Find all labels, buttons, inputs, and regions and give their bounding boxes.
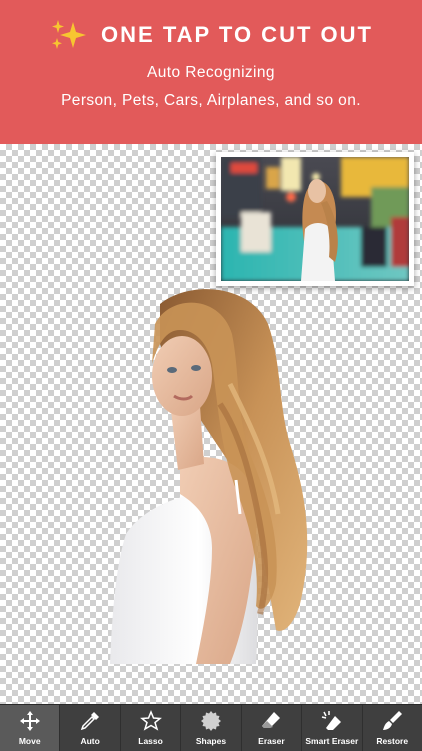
tool-eraser[interactable]: Eraser (242, 705, 303, 751)
restore-brush-icon (383, 711, 403, 730)
smart-eraser-icon (321, 711, 341, 730)
tool-lasso-label: Lasso (138, 736, 163, 746)
tool-shapes-label: Shapes (195, 736, 227, 746)
headline: ONE TAP TO CUT OUT (101, 22, 373, 47)
tool-smart-eraser-label: Smart Eraser (305, 736, 359, 746)
tool-restore-label: Restore (376, 736, 409, 746)
tool-move-label: Move (18, 736, 41, 746)
subtitle-line-1: Auto Recognizing (147, 64, 275, 81)
tool-move[interactable]: Move (0, 705, 61, 751)
street-scene-image (221, 157, 409, 281)
tool-smart-eraser[interactable]: Smart Eraser (302, 705, 363, 751)
tool-shapes[interactable]: Shapes (181, 705, 242, 751)
lasso-icon (139, 710, 162, 731)
tool-lasso[interactable]: Lasso (121, 705, 182, 751)
headline-row: ONE TAP TO CUT OUT (0, 18, 422, 52)
tool-auto[interactable]: Auto (60, 705, 121, 751)
tool-restore[interactable]: Restore (363, 705, 422, 751)
original-photo (221, 157, 409, 281)
cutout-subject-image[interactable] (100, 284, 330, 664)
promo-banner: ONE TAP TO CUT OUT Auto Recognizing Pers… (0, 0, 422, 144)
shapes-icon (200, 711, 221, 731)
tool-eraser-label: Eraser (258, 736, 285, 746)
move-icon (19, 711, 40, 731)
original-photo-thumbnail[interactable] (216, 152, 414, 286)
sparkles-icon (52, 20, 87, 49)
auto-dropper-icon (80, 712, 100, 731)
tool-bar: Move Auto Lasso Shapes Eraser Smart Eras… (0, 704, 422, 751)
subtitle-line-2: Person, Pets, Cars, Airplanes, and so on… (61, 92, 361, 109)
tool-auto-label: Auto (80, 736, 100, 746)
eraser-icon (262, 712, 281, 728)
